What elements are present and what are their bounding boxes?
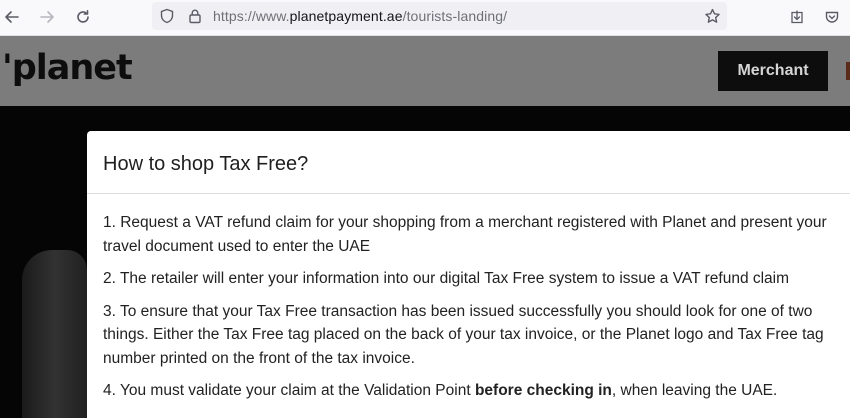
url-domain: planetpayment.ae <box>289 8 403 24</box>
pocket-icon[interactable] <box>821 6 843 28</box>
modal-body: 1. Request a VAT refund claim for your s… <box>103 211 850 412</box>
step-4-emphasis: before checking in <box>474 382 612 399</box>
step-4: 4. You must validate your claim at the V… <box>103 379 850 403</box>
back-arrow-icon[interactable] <box>1 6 23 28</box>
address-bar[interactable]: https://www.planetpayment.ae/tourists-la… <box>152 2 727 30</box>
bookmark-star-icon[interactable] <box>701 5 723 27</box>
step-4-text-end: , when leaving the UAE. <box>611 382 778 399</box>
url-prefix: https://www. <box>213 8 290 24</box>
tax-free-modal: How to shop Tax Free? 1. Request a VAT r… <box>87 131 850 418</box>
modal-title: How to shop Tax Free? <box>103 153 309 175</box>
modal-divider <box>87 193 850 194</box>
save-to-pocket-icon[interactable] <box>786 6 808 28</box>
step-2: 2. The retailer will enter your informat… <box>103 270 790 287</box>
planet-logo[interactable]: 'planet <box>2 48 133 88</box>
header-edge-accent <box>846 62 850 80</box>
step-1: 1. Request a VAT refund claim for your s… <box>103 214 827 255</box>
url-path: /tourists-landing/ <box>402 8 508 24</box>
browser-toolbar: https://www.planetpayment.ae/tourists-la… <box>0 0 850 36</box>
reload-icon[interactable] <box>72 6 94 28</box>
forward-arrow-icon[interactable] <box>36 6 58 28</box>
shield-icon[interactable] <box>156 5 178 27</box>
step-4-text: 4. You must validate your claim at the V… <box>103 382 475 399</box>
url-text[interactable]: https://www.planetpayment.ae/tourists-la… <box>213 8 507 24</box>
lock-icon[interactable] <box>184 5 206 27</box>
site-header: 'planet Merchant <box>0 36 850 106</box>
merchant-button[interactable]: Merchant <box>718 51 828 91</box>
hero-image-figure <box>22 250 87 418</box>
step-3: 3. To ensure that your Tax Free transact… <box>103 302 824 367</box>
